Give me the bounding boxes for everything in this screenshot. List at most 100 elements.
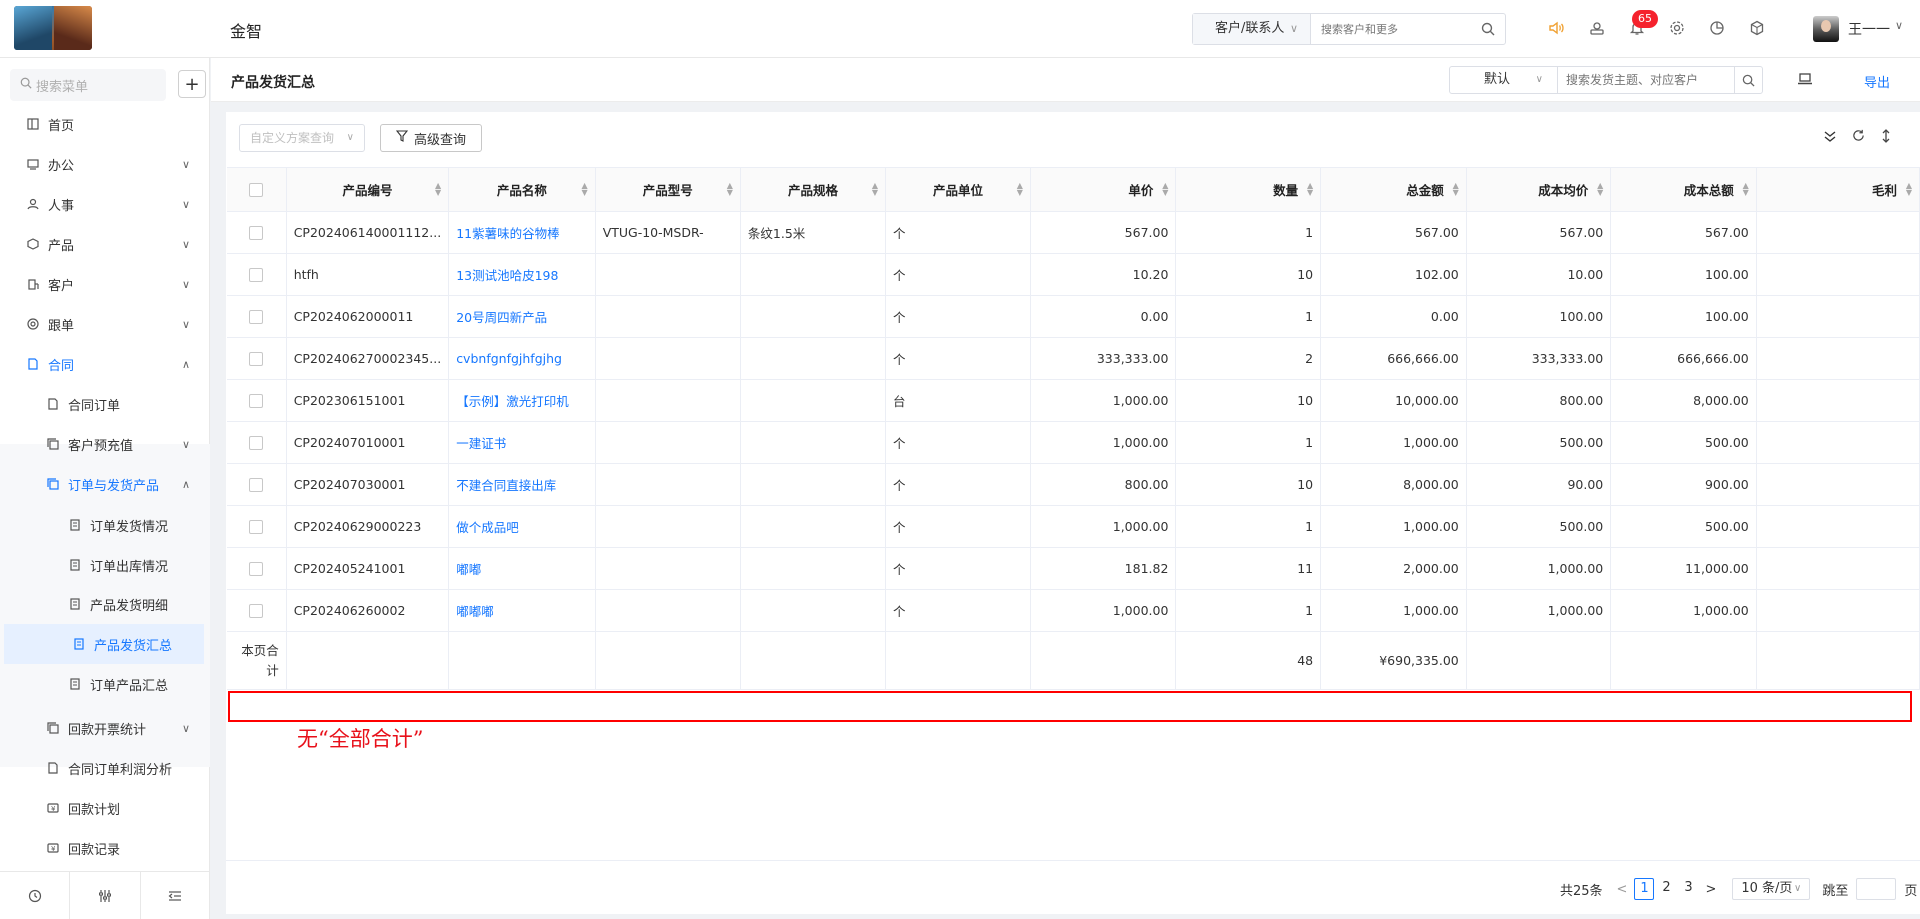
cell-product-name[interactable]: 嘟嘟嘟	[448, 589, 596, 632]
jump-page-input[interactable]	[1856, 878, 1897, 900]
column-header-product-unit[interactable]: 产品单位 ▲ ▼	[885, 167, 1031, 212]
table-row[interactable]: CP202406140001112... 11紫薯味的谷物棒 VTUG-10-MSD…	[227, 211, 1920, 254]
table-row[interactable]: CP202407030001 不建合同直接出库个 800.00 10 8,000.00 9…	[227, 463, 1920, 506]
cell-product-name[interactable]: 不建合同直接出库	[448, 463, 596, 506]
sidebar-item-contract-order[interactable]: 合同订单	[0, 384, 210, 424]
row-checkbox[interactable]	[227, 547, 287, 590]
cell-product-name[interactable]: 嘟嘟	[448, 547, 596, 590]
speaker-icon[interactable]	[1545, 17, 1567, 39]
cube-icon[interactable]	[1746, 17, 1768, 39]
sort-icon[interactable]: ▲ ▼	[872, 182, 878, 197]
sidebar-item-payment-records[interactable]: ¥ 回款记录	[0, 828, 210, 868]
sidebar-item-home[interactable]: 首页	[0, 104, 210, 144]
adjust-icon[interactable]	[70, 872, 141, 919]
scheme-select[interactable]: 自定义方案查询 ∨	[239, 124, 365, 152]
settings-icon[interactable]	[1666, 17, 1688, 39]
chevron-down-icon[interactable]: ∨	[1895, 19, 1903, 32]
select-all-checkbox[interactable]	[227, 167, 287, 212]
sort-icon[interactable]: ▲ ▼	[1453, 182, 1459, 197]
column-header-product-model[interactable]: 产品型号 ▲ ▼	[595, 167, 741, 212]
page-search-input[interactable]	[1558, 67, 1734, 93]
sidebar-item-order-outbound-status[interactable]: 订单出库情况	[0, 545, 210, 585]
row-checkbox[interactable]	[227, 421, 287, 464]
sidebar-item-product-shipping-detail[interactable]: 产品发货明细	[0, 584, 210, 624]
collapse-menu-icon[interactable]	[141, 872, 210, 919]
chevron-right-icon[interactable]: >	[1705, 882, 1716, 897]
advanced-search-button[interactable]: 高级查询	[380, 124, 482, 152]
row-checkbox[interactable]	[227, 589, 287, 632]
search-icon[interactable]	[1471, 14, 1505, 44]
sidebar-item-follow[interactable]: 跟单 ∨	[0, 304, 210, 344]
row-checkbox[interactable]	[227, 211, 287, 254]
sidebar-item-payment-plan[interactable]: ¥ 回款计划	[0, 788, 210, 828]
chevron-left-icon[interactable]: <	[1617, 882, 1628, 897]
column-header-total-amount[interactable]: 总金额 ▲ ▼	[1320, 167, 1467, 212]
pie-chart-icon[interactable]	[1706, 17, 1728, 39]
sidebar-item-prepay[interactable]: 客户预充值 ∨	[0, 424, 210, 464]
table-row[interactable]: CP202306151001 【示例】激光打印机 台 1,000.00 10 10,000…	[227, 379, 1920, 422]
cell-product-name[interactable]: 做个成品吧	[448, 505, 596, 548]
column-header-product-code[interactable]: 产品编号 ▲ ▼	[286, 167, 450, 212]
cell-product-name[interactable]: cvbnfgnfgjhfgjhg	[448, 337, 596, 380]
column-header-gross-profit[interactable]: 毛利 ▲ ▼	[1756, 167, 1920, 212]
sidebar-item-order-shipping-status[interactable]: 订单发货情况	[0, 505, 210, 545]
app-logo[interactable]	[14, 6, 92, 50]
menu-search-input[interactable]: 搜索菜单	[10, 69, 166, 101]
row-checkbox[interactable]	[227, 463, 287, 506]
avatar[interactable]	[1813, 16, 1839, 42]
global-search-input[interactable]	[1311, 14, 1471, 44]
double-chevron-down-icon[interactable]	[1823, 129, 1837, 147]
page-3[interactable]: 3	[1678, 878, 1698, 900]
row-checkbox[interactable]	[227, 379, 287, 422]
sort-icon[interactable]: ▲ ▼	[1597, 182, 1603, 197]
row-checkbox[interactable]	[227, 505, 287, 548]
page-2[interactable]: 2	[1656, 878, 1676, 900]
sidebar-item-profit-analysis[interactable]: 合同订单利润分析	[0, 748, 210, 788]
sidebar-item-order-shipment[interactable]: 订单与发货产品 ∧	[0, 464, 210, 504]
cell-product-name[interactable]: 一建证书	[448, 421, 596, 464]
export-button[interactable]: 导出	[1864, 72, 1890, 91]
sidebar-item-hr[interactable]: 人事 ∨	[0, 184, 210, 224]
refresh-icon[interactable]	[1852, 129, 1865, 146]
sidebar-item-payment-invoice-stats[interactable]: 回款开票统计 ∨	[0, 708, 210, 748]
column-header-unit-price[interactable]: 单价 ▲ ▼	[1030, 167, 1177, 212]
view-select[interactable]: 默认 ∨	[1450, 67, 1558, 93]
table-row[interactable]: CP202406260002 嘟嘟嘟个 1,000.00 1 1,000.00 1,000…	[227, 589, 1920, 632]
contacts-icon[interactable]	[1586, 17, 1608, 39]
page-1[interactable]: 1	[1634, 878, 1655, 900]
column-header-avg-cost[interactable]: 成本均价 ▲ ▼	[1466, 167, 1612, 212]
sort-icon[interactable]: ▲ ▼	[435, 182, 441, 197]
sidebar-item-product-shipping-summary[interactable]: 产品发货汇总	[4, 624, 204, 664]
sort-icon[interactable]: ▲ ▼	[1743, 182, 1749, 197]
sort-icon[interactable]: ▲ ▼	[1162, 182, 1168, 197]
row-checkbox[interactable]	[227, 253, 287, 296]
sidebar-item-customer[interactable]: 客户 ∨	[0, 264, 210, 304]
page-size-select[interactable]: 10 条/页 ∨	[1732, 878, 1811, 900]
row-checkbox[interactable]	[227, 295, 287, 338]
search-icon[interactable]	[1734, 67, 1762, 93]
user-name[interactable]: 王一一	[1848, 19, 1890, 39]
table-row[interactable]: CP202405241001 嘟嘟 个 181.82 11 2,000.00 1,000.0…	[227, 547, 1920, 590]
search-scope-select[interactable]: 客户/联系人 ∨	[1193, 14, 1311, 44]
column-header-quantity[interactable]: 数量 ▲ ▼	[1175, 167, 1322, 212]
history-icon[interactable]	[0, 872, 71, 919]
sort-icon[interactable]: ▲ ▼	[1906, 182, 1912, 197]
table-row[interactable]: htfh 13测试池哈皮198 个 10.20 10 102.00 10.00 100.00	[227, 253, 1920, 296]
column-header-product-name[interactable]: 产品名称 ▲ ▼	[448, 167, 596, 212]
sort-icon[interactable]: ▲ ▼	[1307, 182, 1313, 197]
laptop-icon[interactable]	[1797, 72, 1813, 90]
cell-product-name[interactable]: 【示例】激光打印机	[448, 379, 596, 422]
sidebar-item-office[interactable]: 办公 ∨	[0, 144, 210, 184]
add-menu-button[interactable]: +	[178, 70, 206, 98]
column-header-total-cost[interactable]: 成本总额 ▲ ▼	[1610, 167, 1757, 212]
cell-product-name[interactable]: 20号周四新产品	[448, 295, 596, 338]
table-row[interactable]: CP2024062000011 20号周四新产品个 0.00 1 0.00 100.00 1…	[227, 295, 1920, 338]
table-row[interactable]: CP202406270002345... cvbnfgnfgjhfgjhg 个 333…	[227, 337, 1920, 380]
sort-icon[interactable]: ▲ ▼	[1017, 182, 1023, 197]
cell-product-name[interactable]: 13测试池哈皮198	[448, 253, 596, 296]
row-checkbox[interactable]	[227, 337, 287, 380]
sidebar-item-contract[interactable]: 合同 ∧	[0, 344, 210, 384]
column-height-icon[interactable]	[1881, 129, 1891, 147]
sidebar-item-product[interactable]: 产品 ∨	[0, 224, 210, 264]
sort-icon[interactable]: ▲ ▼	[582, 182, 588, 197]
